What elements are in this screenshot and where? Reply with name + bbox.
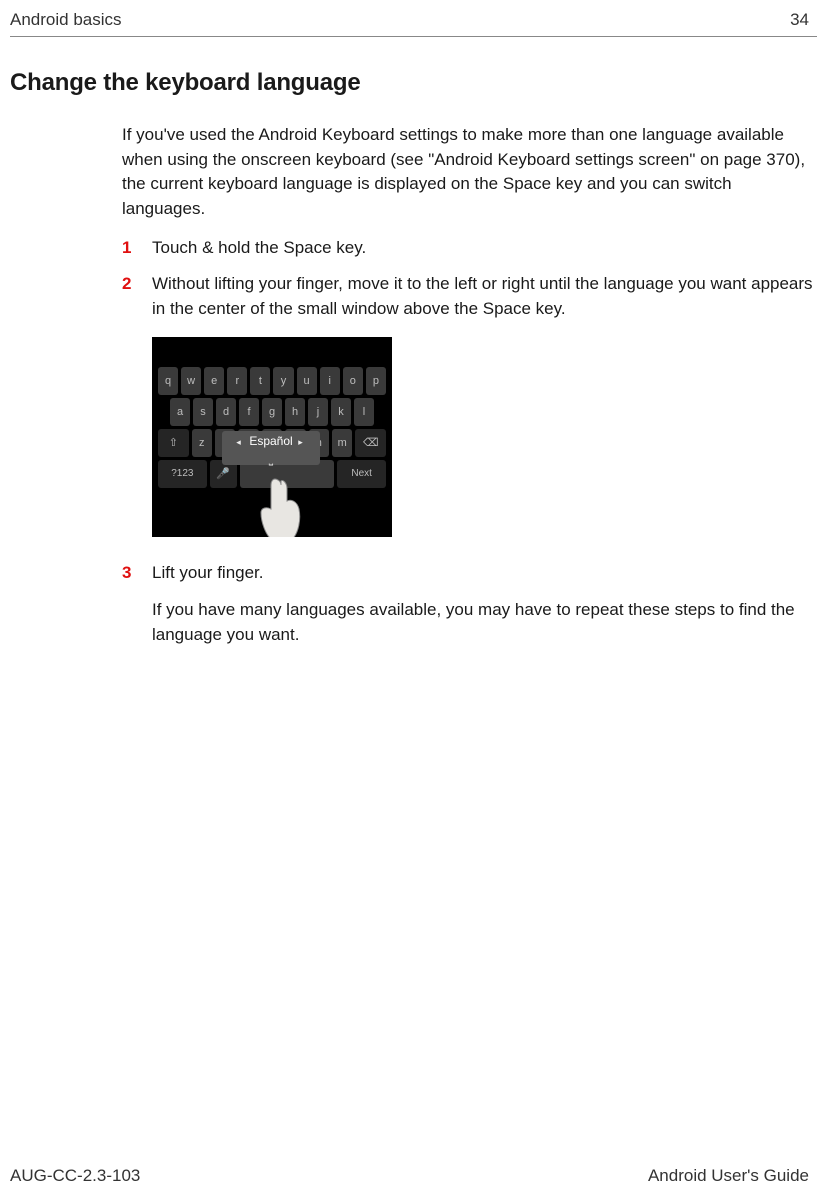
keyboard-screenshot: q w e r t y u i o p a s d (152, 337, 392, 537)
key-backspace: ⌫ (355, 429, 386, 457)
step-3: 3 Lift your finger. (122, 561, 813, 586)
key-w: w (181, 367, 201, 395)
key-e: e (204, 367, 224, 395)
step-1-number: 1 (122, 236, 146, 261)
key-shift: ⇧ (158, 429, 189, 457)
step-1-text: Touch & hold the Space key. (152, 236, 813, 261)
intro-paragraph: If you've used the Android Keyboard sett… (122, 123, 813, 222)
key-i: i (320, 367, 340, 395)
finger-pointer-icon (247, 469, 307, 537)
page-header: Android basics 34 (0, 0, 827, 34)
step-1: 1 Touch & hold the Space key. (122, 236, 813, 261)
keyboard-figure: q w e r t y u i o p a s d (152, 337, 813, 537)
key-j: j (308, 398, 328, 426)
key-p: p (366, 367, 386, 395)
footer-doc-id: AUG-CC-2.3-103 (10, 1166, 140, 1186)
header-page-number: 34 (790, 10, 809, 30)
key-t: t (250, 367, 270, 395)
key-k: k (331, 398, 351, 426)
key-m: m (332, 429, 352, 457)
key-y: y (273, 367, 293, 395)
space-bar-icon: ⎵ (222, 451, 320, 469)
key-a: a (170, 398, 190, 426)
step-2-text: Without lifting your finger, move it to … (152, 272, 813, 321)
key-symbols: ?123 (158, 460, 207, 488)
step-2-number: 2 (122, 272, 146, 321)
key-o: o (343, 367, 363, 395)
key-g: g (262, 398, 282, 426)
key-r: r (227, 367, 247, 395)
step-3-number: 3 (122, 561, 146, 586)
key-next: Next (337, 460, 386, 488)
footer-guide-name: Android User's Guide (648, 1166, 809, 1186)
key-z: z (192, 429, 212, 457)
header-section: Android basics (10, 10, 122, 30)
key-d: d (216, 398, 236, 426)
key-u: u (297, 367, 317, 395)
page-content: Change the keyboard language If you've u… (0, 37, 827, 647)
language-popup: ◂ Español ▸ ⎵ (222, 431, 320, 465)
key-s: s (193, 398, 213, 426)
popup-language-label: Español (249, 434, 292, 448)
key-q: q (158, 367, 178, 395)
step-3-followup: If you have many languages available, yo… (152, 598, 813, 647)
section-title: Change the keyboard language (10, 69, 817, 97)
page-footer: AUG-CC-2.3-103 Android User's Guide (10, 1166, 809, 1186)
step-2: 2 Without lifting your finger, move it t… (122, 272, 813, 321)
step-3-text: Lift your finger. (152, 561, 813, 586)
key-l: l (354, 398, 374, 426)
key-f: f (239, 398, 259, 426)
key-h: h (285, 398, 305, 426)
